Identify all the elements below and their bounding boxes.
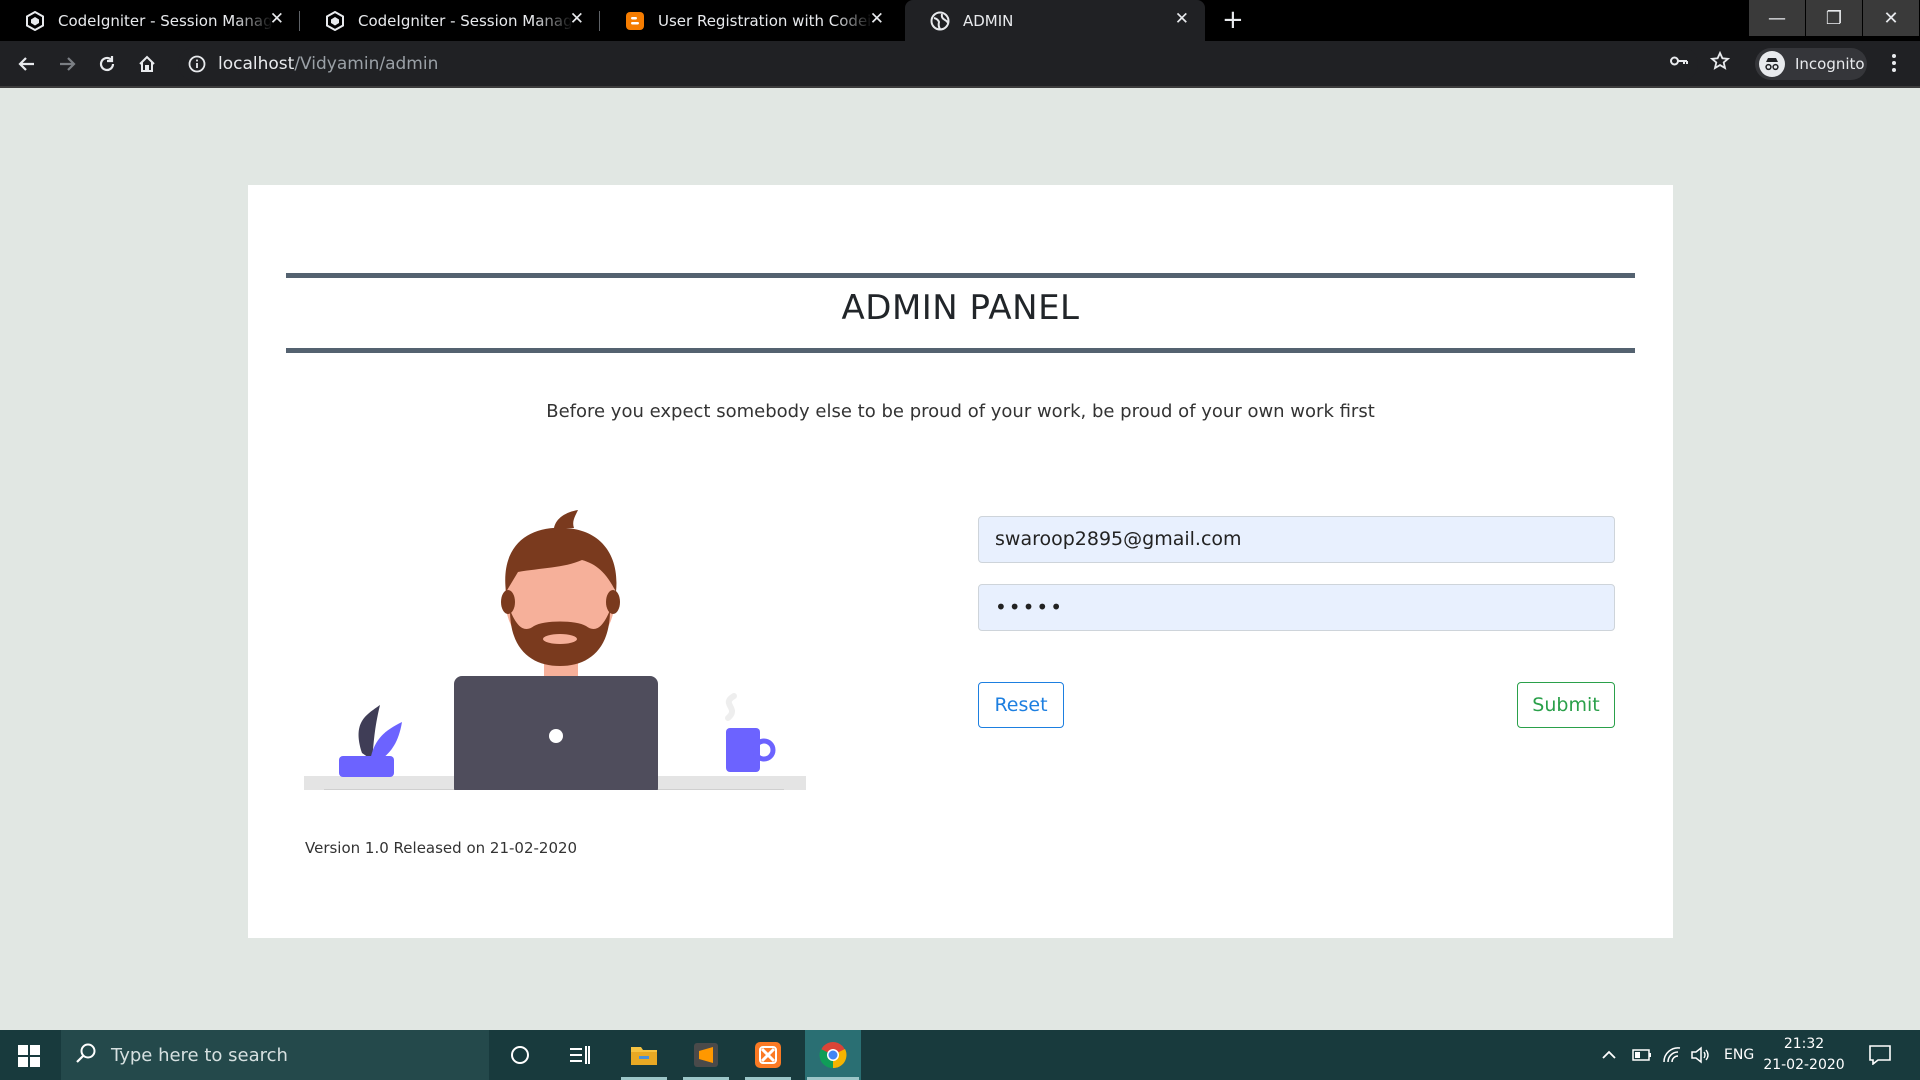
tab-user-registration[interactable]: User Registration with Codeigniter ✕ <box>600 0 900 41</box>
developer-illustration <box>304 460 814 796</box>
minimize-button[interactable]: — <box>1749 0 1805 36</box>
key-icon[interactable] <box>1669 51 1689 75</box>
reload-icon[interactable] <box>94 51 120 77</box>
tab-title: CodeIgniter - Session Management <box>358 11 573 30</box>
volume-icon[interactable] <box>1690 1030 1710 1080</box>
address-bar[interactable]: localhost/Vidyamin/admin <box>178 47 1698 81</box>
menu-kebab-icon[interactable] <box>1891 53 1897 77</box>
new-tab-button[interactable]: + <box>1222 7 1244 33</box>
blogger-icon <box>624 10 646 32</box>
forward-icon[interactable] <box>54 51 80 77</box>
close-icon[interactable]: ✕ <box>570 11 584 28</box>
submit-button[interactable]: Submit <box>1517 682 1615 728</box>
system-clock[interactable]: 21:32 21-02-2020 <box>1762 1034 1846 1076</box>
close-icon[interactable]: ✕ <box>870 11 884 28</box>
admin-login-card: ADMIN PANEL Before you expect somebody e… <box>248 185 1673 938</box>
url-text: localhost/Vidyamin/admin <box>218 54 438 74</box>
info-icon[interactable] <box>188 55 206 77</box>
input-language[interactable]: ENG <box>1724 1030 1754 1080</box>
codeigniter-icon <box>324 10 346 32</box>
task-view-icon[interactable] <box>555 1030 605 1080</box>
tab-title: ADMIN <box>963 11 1014 30</box>
back-icon[interactable] <box>14 51 40 77</box>
restore-button[interactable]: ❐ <box>1806 0 1862 36</box>
top-rule <box>286 273 1635 278</box>
tab-title: User Registration with Codeigniter <box>658 11 873 30</box>
tab-title: CodeIgniter - Session Management <box>58 11 273 30</box>
url-host: localhost <box>218 54 295 74</box>
taskbar-search-box[interactable]: Type here to search <box>61 1030 489 1080</box>
incognito-icon <box>1759 51 1785 77</box>
email-field[interactable]: swaroop2895@gmail.com <box>978 516 1615 563</box>
motivational-quote: Before you expect somebody else to be pr… <box>546 401 1375 422</box>
file-explorer-icon[interactable] <box>619 1030 669 1080</box>
clock-date: 21-02-2020 <box>1763 1057 1845 1073</box>
profile-label: Incognito <box>1795 55 1865 73</box>
globe-icon <box>929 10 951 32</box>
wifi-icon[interactable] <box>1662 1030 1682 1080</box>
tab-codeigniter-session-2[interactable]: CodeIgniter - Session Management ✕ <box>300 0 600 41</box>
chrome-icon[interactable] <box>805 1030 861 1080</box>
windows-taskbar: Type here to search ENG 21:32 21-02-2020 <box>0 1030 1920 1080</box>
browser-toolbar: localhost/Vidyamin/admin Incognito <box>0 41 1920 88</box>
reset-button[interactable]: Reset <box>978 682 1064 728</box>
sublime-text-icon[interactable] <box>681 1030 731 1080</box>
version-text: Version 1.0 Released on 21-02-2020 <box>305 839 578 857</box>
tab-strip: CodeIgniter - Session Management ✕ CodeI… <box>0 0 1920 41</box>
clock-time: 21:32 <box>1783 1036 1825 1052</box>
search-placeholder: Type here to search <box>111 1044 288 1066</box>
codeigniter-icon <box>24 10 46 32</box>
tab-admin[interactable]: ADMIN ✕ <box>905 0 1205 41</box>
cortana-icon[interactable] <box>495 1030 545 1080</box>
close-icon[interactable]: ✕ <box>1175 11 1189 28</box>
search-icon <box>75 1042 97 1069</box>
incognito-profile-button[interactable]: Incognito <box>1755 48 1867 80</box>
url-path: /Vidyamin/admin <box>294 54 439 74</box>
password-field[interactable]: ••••• <box>978 584 1615 631</box>
close-window-button[interactable]: ✕ <box>1863 0 1919 36</box>
tab-codeigniter-session-1[interactable]: CodeIgniter - Session Management ✕ <box>0 0 300 41</box>
show-hidden-icons-icon[interactable] <box>1601 1030 1617 1080</box>
battery-icon[interactable] <box>1632 1030 1652 1080</box>
xampp-icon[interactable] <box>743 1030 793 1080</box>
windows-start-icon[interactable] <box>18 1045 40 1071</box>
action-center-icon[interactable] <box>1869 1030 1891 1080</box>
page-title: ADMIN PANEL <box>841 288 1080 328</box>
bottom-rule <box>286 348 1635 353</box>
close-icon[interactable]: ✕ <box>270 11 284 28</box>
bookmark-star-icon[interactable] <box>1709 50 1731 75</box>
home-icon[interactable] <box>134 51 160 77</box>
